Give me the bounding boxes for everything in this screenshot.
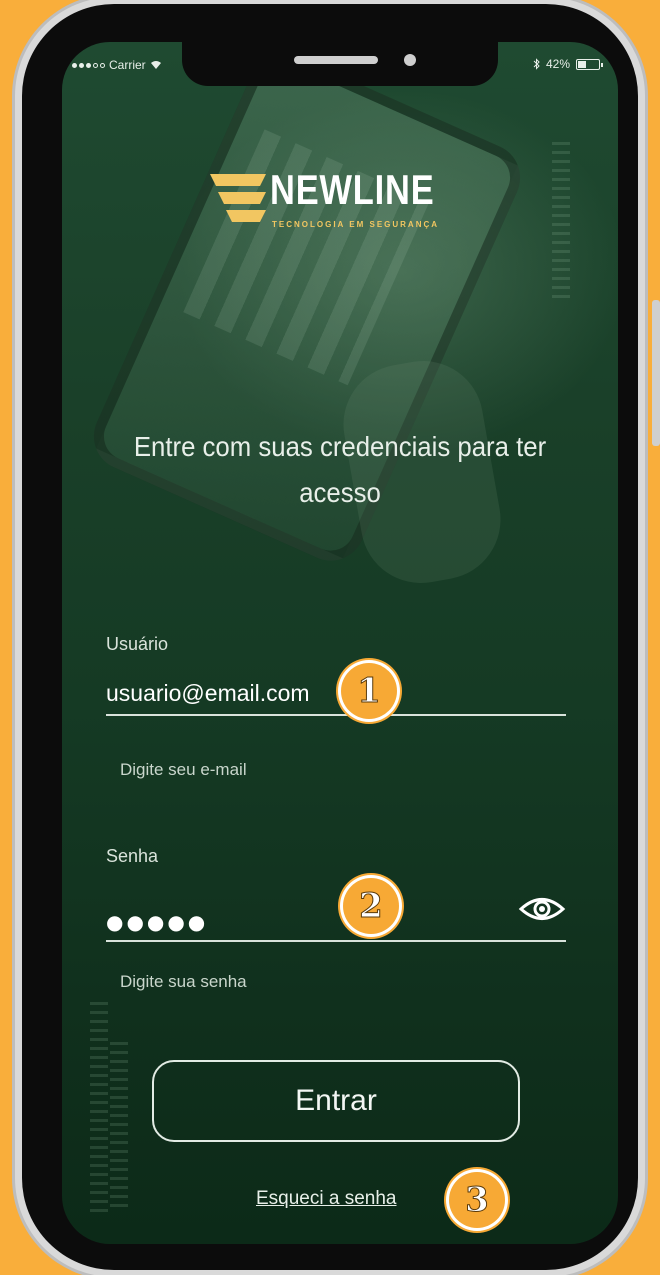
front-camera	[404, 54, 416, 66]
phone-power-button	[652, 300, 660, 446]
wifi-icon	[150, 61, 161, 69]
carrier-indicator: Carrier	[72, 58, 162, 72]
battery-status: 42%	[533, 57, 603, 71]
show-password-eye-icon[interactable]	[518, 894, 566, 924]
phone-volume-down-button	[14, 380, 22, 474]
password-masked-value: ●●●●●	[106, 910, 209, 934]
logo-mark-icon	[210, 174, 266, 222]
battery-icon	[576, 58, 603, 70]
bluetooth-icon	[533, 58, 540, 70]
phone-volume-up-button	[14, 264, 22, 358]
logo-tagline: TECNOLOGIA EM SEGURANÇA	[272, 220, 440, 229]
signal-icon	[72, 62, 105, 68]
speaker-grille	[294, 56, 378, 64]
username-input[interactable]	[106, 672, 566, 716]
phone-mute-switch	[14, 172, 22, 224]
logo-name: NEWLINE	[270, 166, 435, 213]
callout-badge-1: 1	[341, 663, 397, 719]
background-decoration	[110, 1042, 128, 1212]
forgot-password-link[interactable]: Esqueci a senha	[256, 1188, 397, 1210]
welcome-message: Entre com suas credenciais para ter aces…	[133, 431, 547, 508]
background-decoration	[90, 1002, 108, 1212]
newline-logo: NEWLINE TECNOLOGIA EM SEGURANÇA	[210, 166, 480, 238]
status-bar: Carrier 42%	[62, 42, 618, 86]
background-decoration	[552, 142, 570, 302]
page: Carrier 42% NEWLINE TECNOLOGIA EM SEGURA…	[0, 0, 660, 1275]
carrier-name: Carrier	[109, 58, 146, 72]
password-label: Senha	[106, 846, 159, 866]
username-helper-text: Digite seu e-mail	[120, 760, 247, 779]
username-label: Usuário	[106, 634, 169, 654]
callout-badge-2: 2	[343, 878, 399, 934]
password-helper-text: Digite sua senha	[120, 972, 247, 991]
callout-badge-3: 3	[449, 1172, 505, 1228]
battery-percentage: 42%	[545, 57, 570, 71]
phone-notch	[182, 42, 498, 86]
login-screen: Carrier 42% NEWLINE TECNOLOGIA EM SEGURA…	[62, 42, 618, 1244]
enter-button[interactable]: Entrar	[152, 1060, 520, 1142]
